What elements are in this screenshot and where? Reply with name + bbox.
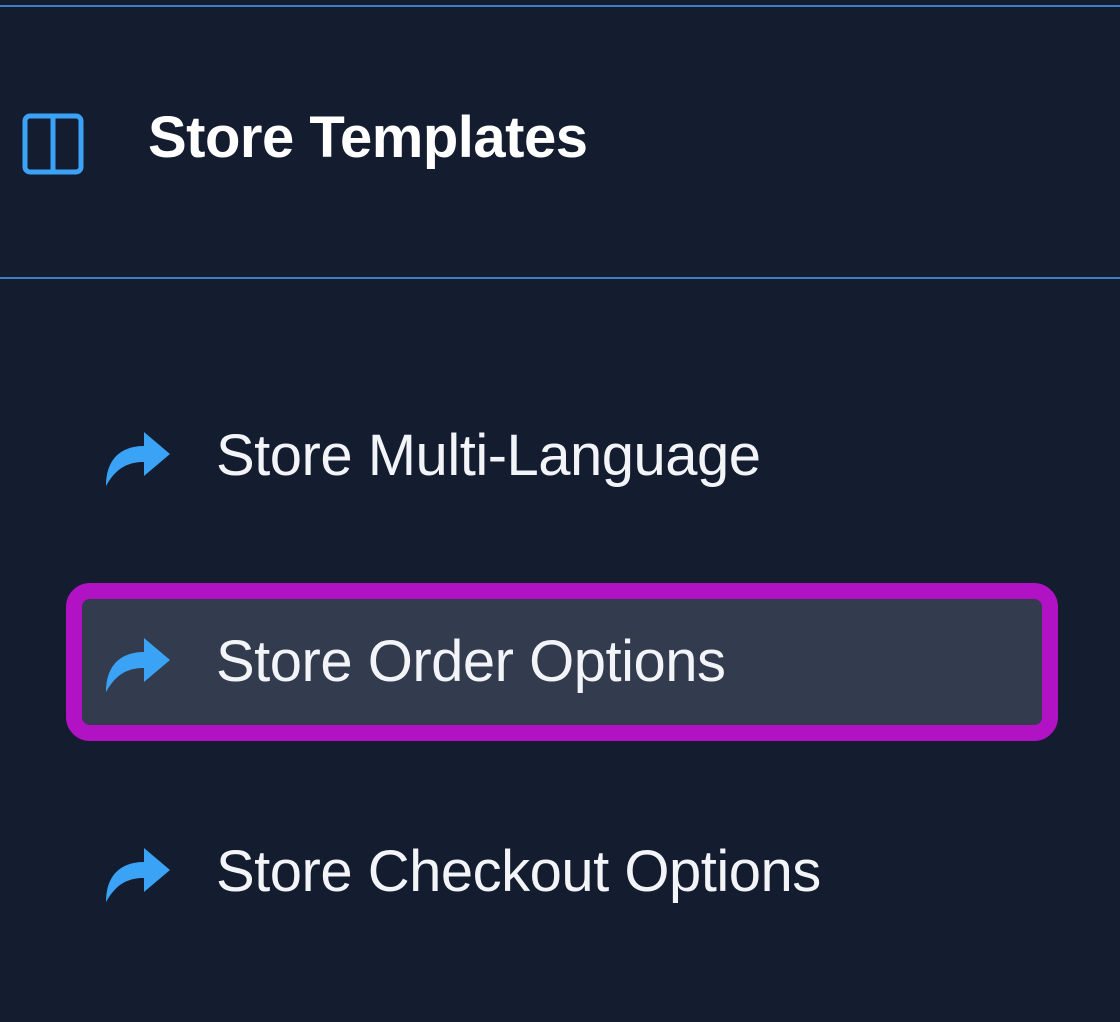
share-arrow-icon bbox=[102, 844, 172, 906]
nav-item-label: Store Multi-Language bbox=[216, 423, 761, 488]
nav-item-store-order-options[interactable]: Store Order Options bbox=[66, 583, 1058, 741]
section-title: Store Templates bbox=[148, 105, 588, 170]
columns-layout-icon bbox=[22, 113, 84, 175]
header-divider bbox=[0, 277, 1120, 279]
share-arrow-icon bbox=[102, 428, 172, 490]
sidebar-panel: Store Templates Store Multi-Language Sto… bbox=[0, 0, 1120, 1022]
nav-item-label: Store Order Options bbox=[216, 629, 726, 694]
nav-item-store-multi-language[interactable]: Store Multi-Language bbox=[82, 393, 1042, 519]
share-arrow-icon bbox=[102, 634, 172, 696]
nav-item-label: Store Checkout Options bbox=[216, 839, 821, 904]
nav-item-store-checkout-options[interactable]: Store Checkout Options bbox=[82, 809, 1042, 935]
